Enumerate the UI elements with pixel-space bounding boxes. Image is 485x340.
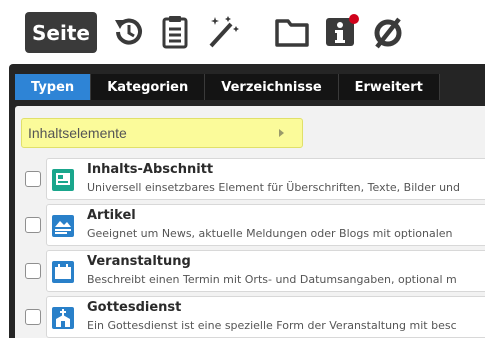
item-card[interactable]: Gottesdienst Ein Gottesdienst ist eine s… [46, 296, 485, 338]
item-title: Inhalts-Abschnitt [87, 162, 214, 177]
top-toolbar: Seite [0, 0, 485, 64]
item-card[interactable]: Artikel Geeignet um News, aktuelle Meldu… [46, 204, 485, 246]
article-icon [51, 214, 75, 238]
empty-set-icon[interactable] [369, 14, 407, 50]
item-checkbox[interactable] [25, 217, 41, 233]
church-icon [51, 306, 75, 330]
list-item: Gottesdienst Ein Gottesdienst ist eine s… [15, 294, 485, 340]
tab-verzeichnisse[interactable]: Verzeichnisse [205, 74, 339, 100]
item-description: Universell einsetzbares Element für Über… [87, 181, 461, 194]
tab-kategorien[interactable]: Kategorien [91, 74, 206, 100]
item-checkbox[interactable] [25, 171, 41, 187]
item-checkbox[interactable] [25, 263, 41, 279]
history-icon[interactable] [110, 14, 148, 50]
folder-icon[interactable] [273, 14, 311, 50]
tab-erweitert[interactable]: Erweitert [338, 74, 440, 100]
type-list-area: Inhaltselemente Inhalts-Abschnitt Univer… [15, 106, 485, 338]
clipboard-icon[interactable] [156, 14, 194, 50]
tab-typen[interactable]: Typen [15, 74, 92, 100]
type-filter-dropdown[interactable]: Inhaltselemente [21, 118, 303, 148]
item-checkbox[interactable] [25, 309, 41, 325]
tab-bar: Typen Kategorien Verzeichnisse Erweitert [15, 74, 440, 100]
content-type-panel: Typen Kategorien Verzeichnisse Erweitert… [9, 64, 485, 338]
list-item: Artikel Geeignet um News, aktuelle Meldu… [15, 202, 485, 248]
item-card[interactable]: Veranstaltung Beschreibt einen Termin mi… [46, 250, 485, 292]
calendar-icon [51, 260, 75, 284]
item-description: Geeignet um News, aktuelle Meldungen ode… [87, 227, 453, 240]
list-item: Inhalts-Abschnitt Universell einsetzbare… [15, 156, 485, 202]
magic-wand-icon[interactable] [203, 14, 241, 50]
item-card[interactable]: Inhalts-Abschnitt Universell einsetzbare… [46, 158, 485, 200]
item-title: Gottesdienst [87, 300, 182, 315]
dropdown-selected-value: Inhaltselemente [28, 125, 127, 141]
item-description: Beschreibt einen Termin mit Orts- und Da… [87, 273, 457, 286]
item-title: Artikel [87, 208, 136, 223]
item-title: Veranstaltung [87, 254, 191, 269]
content-section-icon [51, 168, 75, 192]
page-button[interactable]: Seite [25, 12, 97, 53]
caret-right-icon [279, 129, 284, 137]
item-description: Ein Gottesdienst ist eine spezielle Form… [87, 319, 457, 332]
list-item: Veranstaltung Beschreibt einen Termin mi… [15, 248, 485, 294]
info-icon[interactable] [322, 14, 360, 50]
